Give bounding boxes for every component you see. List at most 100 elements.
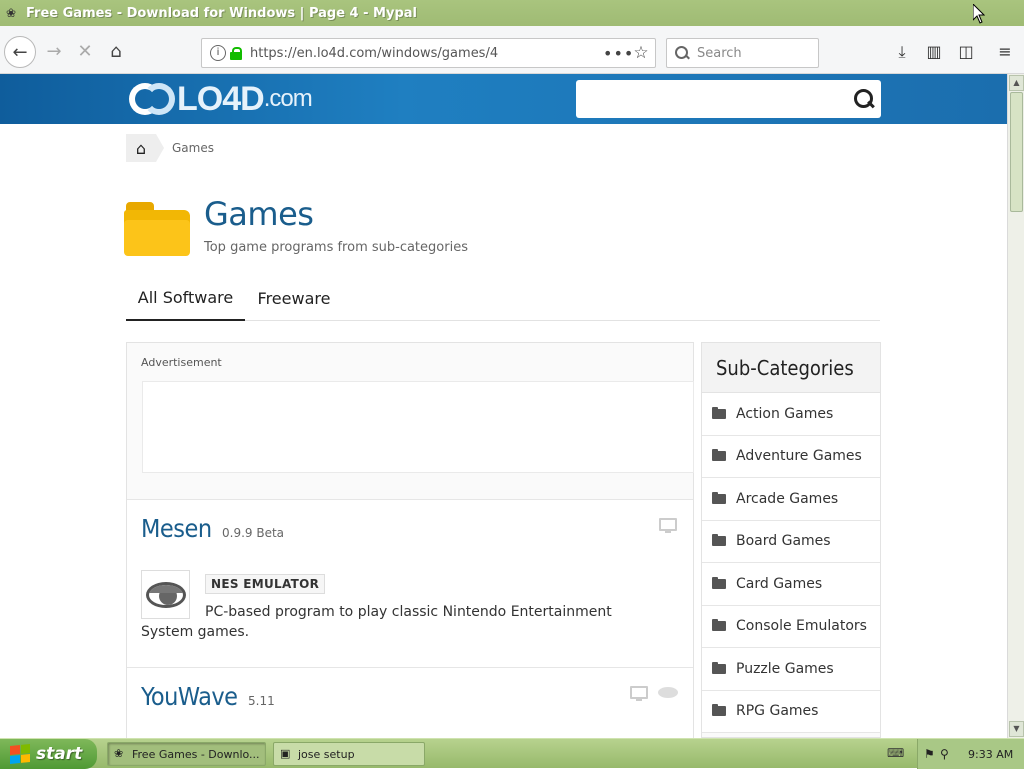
browser-app-icon: ❀ (114, 747, 124, 760)
scroll-down-arrow-icon[interactable]: ▼ (1009, 721, 1024, 737)
system-tray: ⚑ ⚲ 9:33 AM (917, 739, 1024, 769)
subcategory-arcade-games[interactable]: Arcade Games (702, 478, 880, 521)
subcategory-label: Arcade Games (736, 490, 839, 507)
site-header: LO4D .com (0, 74, 1007, 124)
home-button[interactable]: ⌂ (104, 39, 128, 63)
subcategory-adventure-games[interactable]: Adventure Games (702, 435, 880, 478)
taskbar: start ❀ Free Games - Downlo... ▣ jose se… (0, 738, 1024, 769)
software-version: 0.9.9 Beta (222, 526, 285, 540)
category-tag[interactable]: NES EMULATOR (205, 574, 326, 594)
scrollbar-thumb[interactable] (1010, 92, 1023, 212)
sidebar-toggle-icon[interactable]: ◫ (955, 41, 977, 63)
folder-icon (712, 406, 726, 419)
breadcrumb-home[interactable]: ⌂ (126, 134, 164, 162)
setup-app-icon: ▣ (280, 747, 291, 760)
folder-icon (712, 534, 726, 547)
arrow-right-icon: → (46, 40, 62, 62)
subcategories-heading: Sub-Categories (702, 343, 880, 393)
close-icon: ✕ (77, 40, 93, 62)
subcategories-panel: Sub-Categories Action Games Adventure Ga… (701, 342, 881, 738)
site-search-button[interactable] (847, 80, 881, 118)
app-icon: ❀ (6, 6, 17, 20)
folder-icon (712, 449, 726, 462)
breadcrumb: ⌂ Games (126, 134, 214, 162)
url-text[interactable]: https://en.lo4d.com/windows/games/4 (250, 46, 603, 61)
subcategory-label: Adventure Games (736, 448, 862, 465)
search-placeholder: Search (697, 45, 742, 61)
eye-icon (658, 687, 678, 698)
subcategories-list: Action Games Adventure Games Arcade Game… (702, 393, 880, 733)
logo-text: LO4D (177, 79, 265, 118)
subcategory-card-games[interactable]: Card Games (702, 563, 880, 606)
subcategory-label: Action Games (736, 405, 834, 422)
subcategory-label: Card Games (736, 575, 823, 592)
library-icon[interactable]: ▥ (923, 41, 945, 63)
menu-icon[interactable]: ≡ (994, 41, 1016, 63)
forward-button[interactable]: → (42, 39, 66, 63)
url-bar[interactable]: i https://en.lo4d.com/windows/games/4 ••… (201, 38, 656, 68)
subcategory-puzzle-games[interactable]: Puzzle Games (702, 648, 880, 691)
subcategory-console-emulators[interactable]: Console Emulators (702, 605, 880, 648)
browser-toolbar: ← → ✕ ⌂ i https://en.lo4d.com/windows/ga… (0, 26, 1024, 74)
clock[interactable]: 9:33 AM (968, 748, 1013, 761)
windows-platform-icon (630, 686, 648, 701)
logo-mark-icon (125, 81, 177, 117)
subcategory-label: RPG Games (736, 703, 819, 720)
software-description: PC-based program to play classic Nintend… (141, 604, 612, 640)
start-button[interactable]: start (0, 739, 97, 769)
scroll-up-arrow-icon[interactable]: ▲ (1009, 75, 1024, 91)
start-label: start (36, 744, 83, 764)
software-version: 5.11 (248, 694, 275, 708)
site-logo[interactable]: LO4D .com (125, 79, 313, 118)
lock-icon[interactable] (230, 46, 242, 60)
network-icon[interactable]: ⚑ (924, 747, 938, 761)
tab-freeware[interactable]: Freeware (245, 276, 343, 321)
vertical-scrollbar[interactable]: ▲ ▼ (1007, 74, 1024, 738)
subcategory-board-games[interactable]: Board Games (702, 520, 880, 563)
browser-search-box[interactable]: Search (666, 38, 819, 68)
window-title-bar: ❀ Free Games - Download for Windows | Pa… (0, 0, 1024, 26)
window-title: Free Games - Download for Windows | Page… (26, 5, 417, 21)
license-tabs: All Software Freeware (126, 276, 880, 321)
info-icon[interactable]: i (210, 45, 226, 61)
folder-icon (712, 704, 726, 717)
folder-icon (712, 661, 726, 674)
windows-platform-icon (659, 518, 677, 533)
subcategory-action-games[interactable]: Action Games (702, 393, 880, 436)
subcategory-rpg-games[interactable]: RPG Games (702, 690, 880, 733)
software-name-link[interactable]: Mesen (141, 514, 212, 543)
folder-icon (712, 619, 726, 632)
keyboard-icon[interactable]: ⌨ (887, 746, 904, 760)
search-icon (675, 46, 689, 60)
stop-button[interactable]: ✕ (73, 39, 97, 63)
advertisement-label: Advertisement (141, 356, 222, 369)
software-entry: YouWave 5.11 (127, 667, 693, 739)
home-icon: ⌂ (110, 40, 122, 62)
back-button[interactable]: ← (4, 36, 36, 68)
subcategory-label: Board Games (736, 533, 831, 550)
software-name-link[interactable]: YouWave (141, 682, 238, 711)
page-subtitle: Top game programs from sub-categories (204, 240, 468, 255)
advertisement-box (142, 381, 694, 473)
windows-logo-icon (10, 743, 30, 765)
site-search-input[interactable] (576, 80, 881, 118)
arrow-left-icon: ← (12, 41, 28, 63)
bookmark-star-icon[interactable]: ☆ (627, 43, 655, 63)
taskbar-button-label: jose setup (298, 747, 355, 761)
folder-icon (124, 202, 190, 256)
folder-icon (712, 491, 726, 504)
page-actions-button[interactable]: ••• (603, 44, 633, 63)
search-tray-icon[interactable]: ⚲ (940, 747, 954, 761)
logo-domain: .com (263, 85, 313, 112)
download-icon[interactable]: ⤓ (891, 41, 913, 63)
tab-all-software[interactable]: All Software (126, 276, 245, 321)
breadcrumb-games[interactable]: Games (172, 141, 214, 155)
taskbar-button-setup[interactable]: ▣ jose setup (273, 742, 425, 766)
software-entry: Mesen 0.9.9 Beta NES EMULATOR PC-based p… (127, 499, 693, 667)
software-list-panel: Advertisement Mesen 0.9.9 Beta NES EMULA… (126, 342, 694, 739)
subcategory-label: Puzzle Games (736, 660, 834, 677)
subcategory-label: Console Emulators (736, 618, 867, 635)
search-icon (853, 88, 875, 110)
folder-icon (712, 576, 726, 589)
taskbar-button-browser[interactable]: ❀ Free Games - Downlo... (107, 742, 266, 766)
